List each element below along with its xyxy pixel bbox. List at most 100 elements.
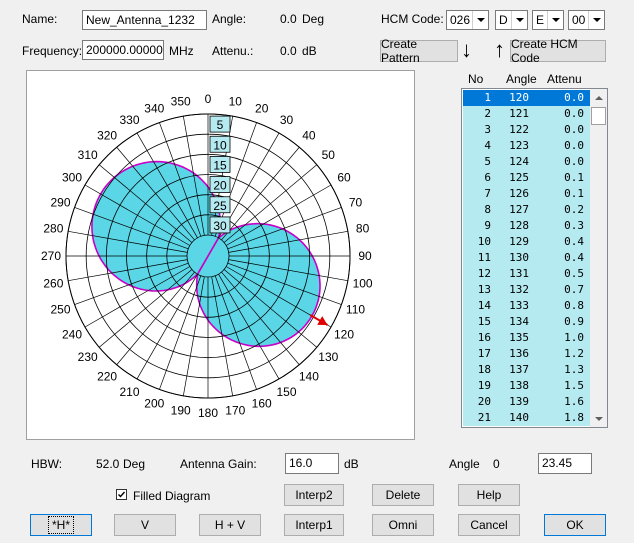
- name-field[interactable]: New_Antenna_1232: [82, 10, 207, 30]
- angle-label: Angle:: [212, 12, 247, 26]
- table-cell: 0.3: [564, 219, 584, 232]
- table-row[interactable]: 14 133 0.8: [463, 298, 591, 314]
- radial-scale-label: 5: [217, 118, 224, 132]
- table-row[interactable]: 10 129 0.4: [463, 234, 591, 250]
- table-cell: 127: [509, 203, 529, 216]
- table-cell: 130: [509, 251, 529, 264]
- hcm-code-select-4[interactable]: 00: [568, 10, 605, 30]
- vertical-scrollbar[interactable]: [590, 89, 607, 427]
- angle-label: 140: [299, 369, 319, 383]
- table-cell: 121: [509, 107, 529, 120]
- angle-label: 20: [255, 102, 269, 116]
- attenu-unit: dB: [302, 44, 317, 58]
- table-row[interactable]: 18 137 1.3: [463, 362, 591, 378]
- interp1-button[interactable]: Interp1: [284, 514, 344, 536]
- table-cell: 9: [484, 219, 491, 232]
- table-cell: 129: [509, 235, 529, 248]
- table-cell: 128: [509, 219, 529, 232]
- table-row[interactable]: 4 123 0.0: [463, 138, 591, 154]
- table-row[interactable]: 16 135 1.0: [463, 330, 591, 346]
- table-cell: 0.2: [564, 203, 584, 216]
- interp2-button[interactable]: Interp2: [284, 484, 344, 506]
- angle-label: 100: [353, 276, 373, 290]
- angle-label: 60: [337, 171, 351, 185]
- table-row[interactable]: 5 124 0.0: [463, 154, 591, 170]
- table-cell: 0.4: [564, 251, 584, 264]
- angle-label: 0: [205, 92, 212, 106]
- radial-scale-label: 25: [213, 199, 227, 213]
- h-button[interactable]: *H*: [30, 514, 92, 536]
- table-cell: 20: [477, 395, 491, 408]
- antenna-gain-field[interactable]: 16.0: [285, 453, 339, 474]
- table-row[interactable]: 11 130 0.4: [463, 250, 591, 266]
- table-cell: 133: [509, 299, 529, 312]
- angle-label: 80: [356, 222, 370, 236]
- column-header-angle[interactable]: Angle: [506, 71, 537, 87]
- column-header-attenu[interactable]: Attenu: [547, 71, 582, 87]
- angle-value: 0.0: [280, 12, 297, 26]
- table-row[interactable]: 15 134 0.9: [463, 314, 591, 330]
- angle-label: 340: [144, 102, 164, 116]
- check-icon: [118, 491, 126, 498]
- table-cell: 2: [484, 107, 491, 120]
- scroll-up-button[interactable]: [590, 89, 607, 106]
- delete-label: Delete: [385, 488, 421, 502]
- chevron-down-icon: [547, 11, 563, 29]
- angle-label: 130: [318, 350, 338, 364]
- create-pattern-button[interactable]: Create Pattern: [380, 37, 458, 65]
- omni-button[interactable]: Omni: [372, 514, 434, 536]
- scroll-down-button[interactable]: [590, 410, 607, 427]
- table-cell: 1.5: [564, 379, 584, 392]
- frequency-field[interactable]: 200000.000000: [82, 40, 164, 60]
- chevron-up-icon: [594, 95, 603, 100]
- v-button[interactable]: V: [114, 514, 176, 536]
- help-button[interactable]: Help: [458, 484, 520, 506]
- attenuation-table[interactable]: 1 120 0.0 2 121 0.0 3 122 0.0 4 123 0.0 5 124 0.0 6 125 0…: [461, 88, 608, 428]
- table-cell: 123: [509, 139, 529, 152]
- create-hcm-code-button[interactable]: Create HCM Code: [510, 37, 606, 65]
- table-cell: 6: [484, 171, 491, 184]
- table-row[interactable]: 13 132 0.7: [463, 282, 591, 298]
- angle-label: 30: [280, 113, 294, 127]
- polar-diagram[interactable]: 5 10 15 20 25 30 0 10 20 30 40 50 60 70 80 90 100 110 120 1…: [26, 70, 415, 440]
- angle-label: 170: [225, 404, 245, 418]
- table-row[interactable]: 3 122 0.0: [463, 122, 591, 138]
- h-plus-v-button[interactable]: H + V: [199, 514, 261, 536]
- table-row[interactable]: 20 139 1.6: [463, 394, 591, 410]
- cancel-button[interactable]: Cancel: [458, 514, 520, 536]
- table-cell: 0.0: [564, 107, 584, 120]
- hcm-code-select-1[interactable]: 026: [446, 10, 489, 30]
- ok-button[interactable]: OK: [544, 514, 606, 536]
- table-cell: 0.1: [564, 171, 584, 184]
- table-row[interactable]: 7 126 0.1: [463, 186, 591, 202]
- table-cell: 132: [509, 283, 529, 296]
- table-cell: 3: [484, 123, 491, 136]
- hcm-code-select-3[interactable]: E: [532, 10, 564, 30]
- hcm-code-2-value: D: [499, 13, 508, 27]
- scroll-thumb[interactable]: [591, 107, 606, 125]
- column-header-no[interactable]: No: [468, 71, 483, 87]
- angle-input[interactable]: 23.45: [538, 453, 592, 474]
- delete-button[interactable]: Delete: [372, 484, 434, 506]
- angle-label: 250: [50, 303, 70, 317]
- table-row[interactable]: 21 140 1.8: [463, 410, 591, 426]
- hcm-code-select-2[interactable]: D: [495, 10, 528, 30]
- chevron-down-icon: [511, 11, 527, 29]
- attenu-value: 0.0: [280, 44, 297, 58]
- chevron-down-icon: [588, 11, 604, 29]
- table-row[interactable]: 2 121 0.0: [463, 106, 591, 122]
- angle-label: 150: [276, 385, 296, 399]
- table-row[interactable]: 6 125 0.1: [463, 170, 591, 186]
- table-row[interactable]: 9 128 0.3: [463, 218, 591, 234]
- table-row[interactable]: 8 127 0.2: [463, 202, 591, 218]
- table-cell: 124: [509, 155, 529, 168]
- cancel-label: Cancel: [470, 518, 508, 532]
- table-row[interactable]: 12 131 0.5: [463, 266, 591, 282]
- table-cell: 0.4: [564, 235, 584, 248]
- table-row[interactable]: 1 120 0.0: [463, 90, 591, 106]
- filled-diagram-label[interactable]: Filled Diagram: [133, 488, 210, 504]
- table-row[interactable]: 17 136 1.2: [463, 346, 591, 362]
- filled-diagram-checkbox[interactable]: [116, 489, 127, 500]
- angle-label: 290: [50, 195, 70, 209]
- table-row[interactable]: 19 138 1.5: [463, 378, 591, 394]
